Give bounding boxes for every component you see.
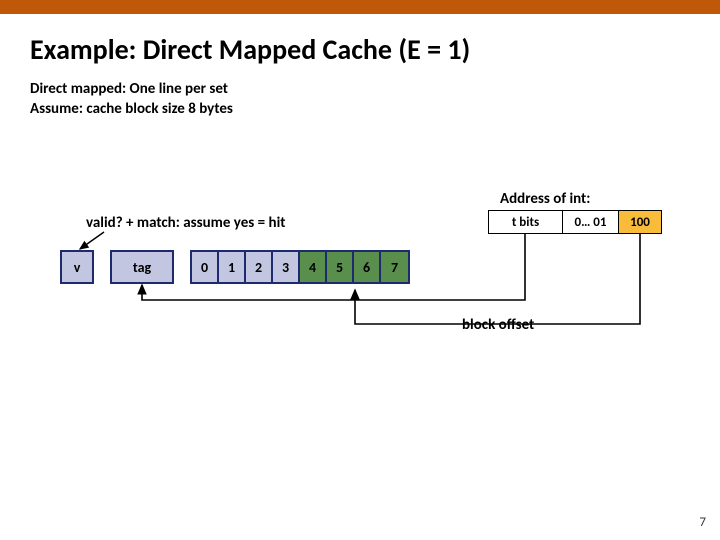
connector-lines: [0, 0, 720, 540]
page-number: 7: [699, 515, 706, 530]
